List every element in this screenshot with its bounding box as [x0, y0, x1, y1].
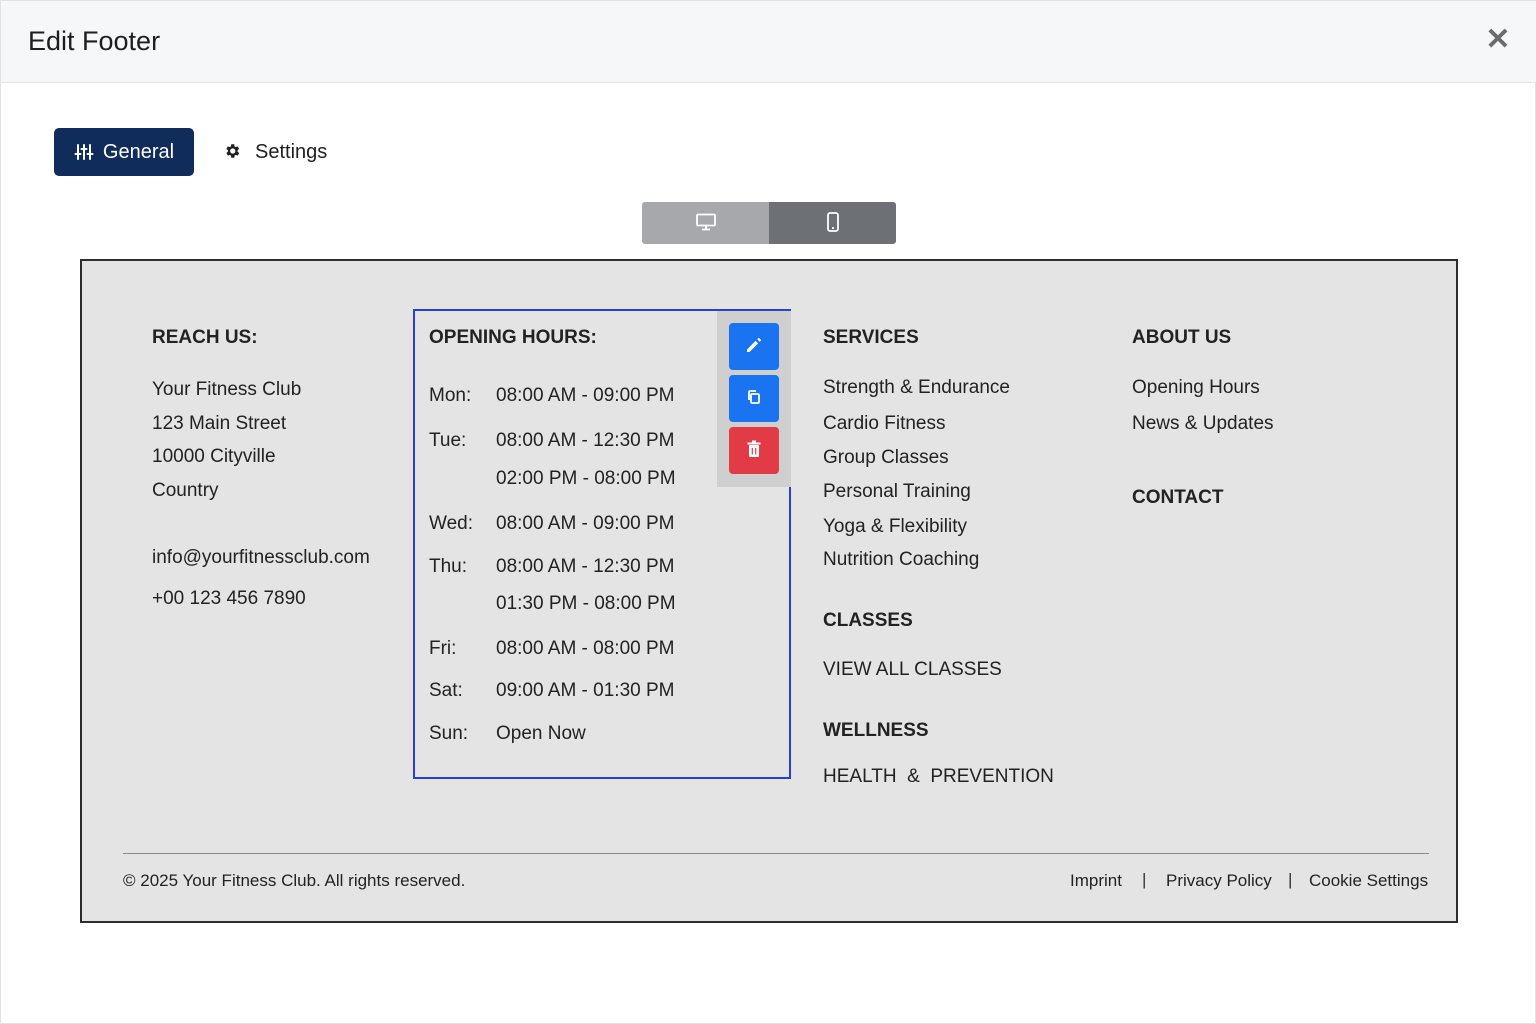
address-line: 10000 Cityville: [152, 446, 276, 467]
footer-divider: [123, 853, 1429, 854]
service-link[interactable]: Nutrition Coaching: [823, 549, 979, 571]
opening-hours-block[interactable]: OPENING HOURS: Mon: 08:00 AM - 09:00 PM …: [413, 309, 791, 779]
phone-link[interactable]: +00 123 456 7890: [152, 588, 306, 610]
close-icon[interactable]: ✕: [1481, 23, 1515, 57]
health-prevention-link[interactable]: HEALTH & PREVENTION: [823, 766, 1054, 788]
opening-hours-heading: OPENING HOURS:: [429, 327, 597, 348]
edit-footer-modal: Edit Footer ✕ General Settings REACH US:…: [0, 0, 1536, 1024]
device-toggle: [642, 202, 896, 244]
desktop-view-button[interactable]: [642, 202, 769, 244]
tab-general-label: General: [102, 140, 175, 163]
about-us-heading: ABOUT US: [1132, 327, 1232, 348]
delete-block-button[interactable]: [729, 427, 779, 474]
service-link[interactable]: Yoga & Flexibility: [823, 516, 967, 538]
tab-settings-label: Settings: [255, 140, 328, 163]
desktop-icon: [695, 213, 717, 234]
time-range: 01:30 PM - 08:00 PM: [496, 593, 676, 614]
time-range: 08:00 AM - 09:00 PM: [496, 385, 675, 406]
day-label: Mon:: [429, 385, 472, 406]
duplicate-block-button[interactable]: [729, 375, 779, 422]
mobile-icon: [826, 211, 840, 235]
email-link[interactable]: info@yourfitnessclub.com: [152, 547, 370, 569]
address-line: Country: [152, 480, 219, 501]
privacy-policy-link[interactable]: Privacy Policy: [1166, 871, 1272, 891]
footer-preview: REACH US: Your Fitness Club 123 Main Str…: [80, 259, 1458, 923]
day-label: Sun:: [429, 723, 469, 744]
reach-us-heading: REACH US:: [152, 327, 258, 348]
cookie-settings-link[interactable]: Cookie Settings: [1309, 871, 1428, 891]
modal-title: Edit Footer: [28, 26, 161, 56]
time-range: Open Now: [496, 723, 586, 744]
copy-icon: [745, 388, 763, 409]
about-link[interactable]: News & Updates: [1132, 413, 1274, 435]
modal-header: Edit Footer ✕: [1, 1, 1536, 83]
service-link[interactable]: Personal Training: [823, 481, 971, 503]
edit-icon: [744, 335, 764, 358]
time-range: 08:00 AM - 12:30 PM: [496, 556, 675, 577]
about-link[interactable]: Opening Hours: [1132, 377, 1260, 399]
time-range: 08:00 AM - 08:00 PM: [496, 638, 675, 659]
delete-icon: [746, 440, 762, 461]
copyright-text: © 2025 Your Fitness Club. All rights res…: [123, 871, 466, 890]
mobile-view-button[interactable]: [769, 202, 896, 244]
tab-general[interactable]: General: [54, 128, 194, 176]
view-all-classes-link[interactable]: VIEW ALL CLASSES: [823, 659, 1002, 681]
services-heading: SERVICES: [823, 327, 919, 348]
service-link[interactable]: Strength & Endurance: [823, 377, 1010, 399]
time-range: 02:00 PM - 08:00 PM: [496, 468, 676, 489]
address-line: Your Fitness Club: [152, 379, 302, 400]
service-link[interactable]: Cardio Fitness: [823, 413, 946, 435]
gear-icon: [223, 142, 243, 162]
tab-settings[interactable]: Settings: [213, 128, 343, 176]
contact-heading: CONTACT: [1132, 487, 1224, 508]
imprint-link[interactable]: Imprint: [1070, 871, 1122, 891]
sliders-icon: [74, 142, 94, 162]
time-range: 08:00 AM - 09:00 PM: [496, 513, 675, 534]
link-separator: |: [1142, 870, 1147, 889]
block-action-bar: [717, 311, 791, 487]
day-label: Thu:: [429, 556, 468, 577]
address-line: 123 Main Street: [152, 413, 287, 434]
wellness-heading: WELLNESS: [823, 720, 929, 741]
edit-block-button[interactable]: [729, 323, 779, 370]
day-label: Sat:: [429, 680, 463, 701]
service-link[interactable]: Group Classes: [823, 447, 949, 469]
day-label: Tue:: [429, 430, 467, 451]
time-range: 08:00 AM - 12:30 PM: [496, 430, 675, 451]
classes-heading: CLASSES: [823, 610, 913, 631]
time-range: 09:00 AM - 01:30 PM: [496, 680, 675, 701]
day-label: Wed:: [429, 513, 474, 534]
link-separator: |: [1288, 870, 1293, 889]
day-label: Fri:: [429, 638, 457, 659]
